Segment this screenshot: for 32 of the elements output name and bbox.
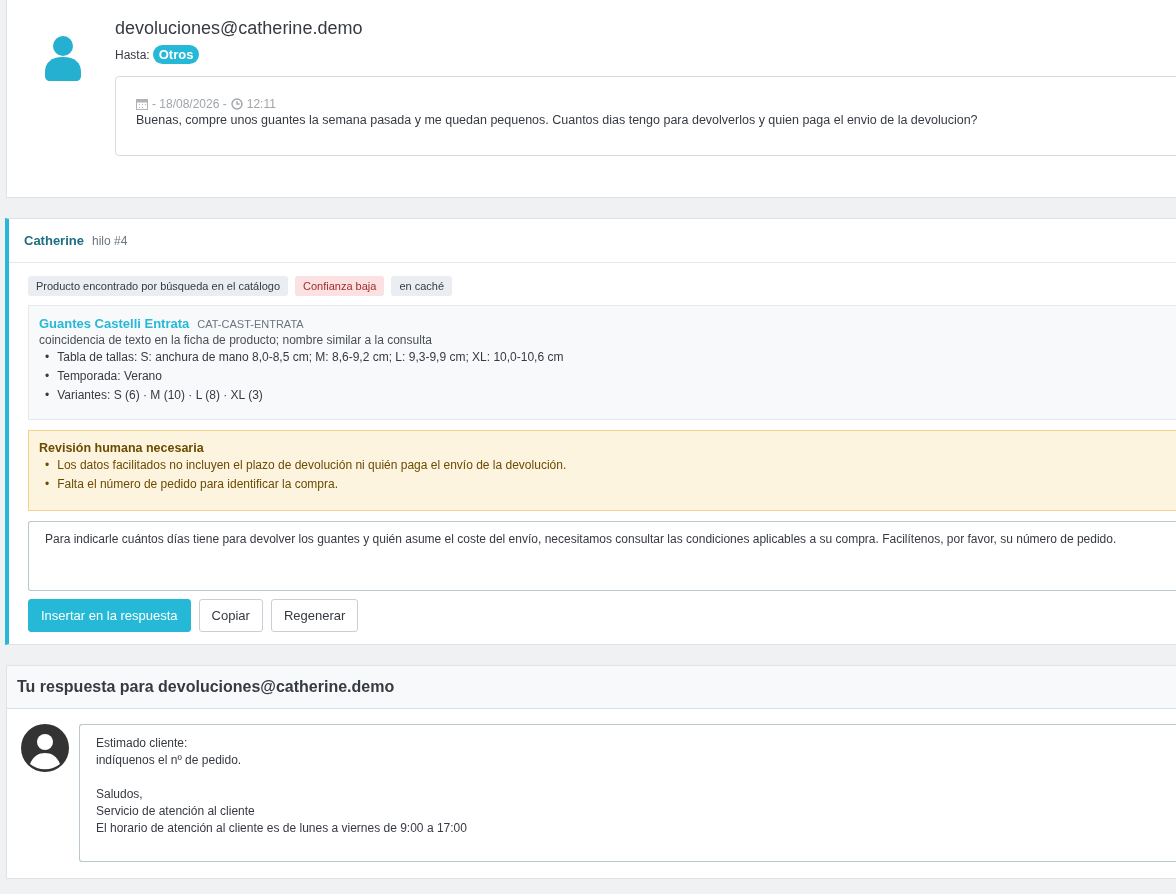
list-bullet: • xyxy=(45,368,50,385)
message-time: 12:11 xyxy=(246,97,276,111)
reply-field[interactable]: Estimado cliente: indíquenos el nº de pedido. Saludos, Servicio de atención al cliente El horario de atención al cliente es de lunes a viernes de 9:00 a 17:00 xyxy=(79,724,1176,862)
list-bullet: • xyxy=(45,349,50,366)
sender-email: devoluciones@catherine.demo xyxy=(115,18,364,39)
list-bullet: • xyxy=(45,457,50,474)
list-item: Temporada: Verano xyxy=(57,368,162,385)
clock-icon xyxy=(230,98,243,110)
list-bullet: • xyxy=(45,476,50,493)
review-title: Revisión humana necesaria xyxy=(39,441,205,455)
recipient-tag: Otros xyxy=(152,45,200,64)
message-date: - 18/08/2026 - xyxy=(152,97,227,111)
reply-title: Tu respuesta para devoluciones@catherine.demo xyxy=(7,666,1176,709)
suggestion-field[interactable]: Para indicarle cuántos días tiene para devolver los guantes y quién asume el coste del envío, necesitamos consultar las condiciones aplicables a su compra. Facilítenos, por favor, su número de pedido. xyxy=(28,521,1176,591)
list-item: Los datos facilitados no incluyen el plazo de devolución ni quién paga el envío de la devolución. xyxy=(57,457,567,474)
list-item: Variantes: S (6) · M (10) · L (8) · XL (3) xyxy=(57,387,263,404)
action-button[interactable]: Regenerar xyxy=(270,599,359,632)
product-sku: CAT-CAST-ENTRATA xyxy=(197,318,304,330)
status-tag: Confianza baja xyxy=(295,276,385,296)
assistant-name: Catherine xyxy=(24,233,84,248)
status-tag: Producto encontrado por búsqueda en el catálogo xyxy=(28,276,288,296)
to-label: Hasta: xyxy=(115,47,150,62)
list-item: Falta el número de pedido para identificar la compra. xyxy=(57,476,339,493)
thread-label: hilo #4 xyxy=(91,234,128,248)
message-text: Buenas, compre unos guantes la semana pasada y me quedan pequenos. Cuantos dias tengo para devolverlos y quien paga el envio de la devolucion? xyxy=(136,113,979,127)
avatar-icon xyxy=(21,724,69,772)
list-item: Tabla de tallas: S: anchura de mano 8,0-8,5 cm; M: 8,6-9,2 cm; L: 9,3-9,9 cm; XL: 10,0-10,6 cm xyxy=(57,349,564,366)
status-tag: en caché xyxy=(391,276,453,296)
list-bullet: • xyxy=(45,387,50,404)
calendar-icon xyxy=(136,98,148,110)
match-reason: coincidencia de texto en la ficha de producto; nombre similar a la consulta xyxy=(39,333,433,347)
action-button[interactable]: Copiar xyxy=(198,599,263,632)
